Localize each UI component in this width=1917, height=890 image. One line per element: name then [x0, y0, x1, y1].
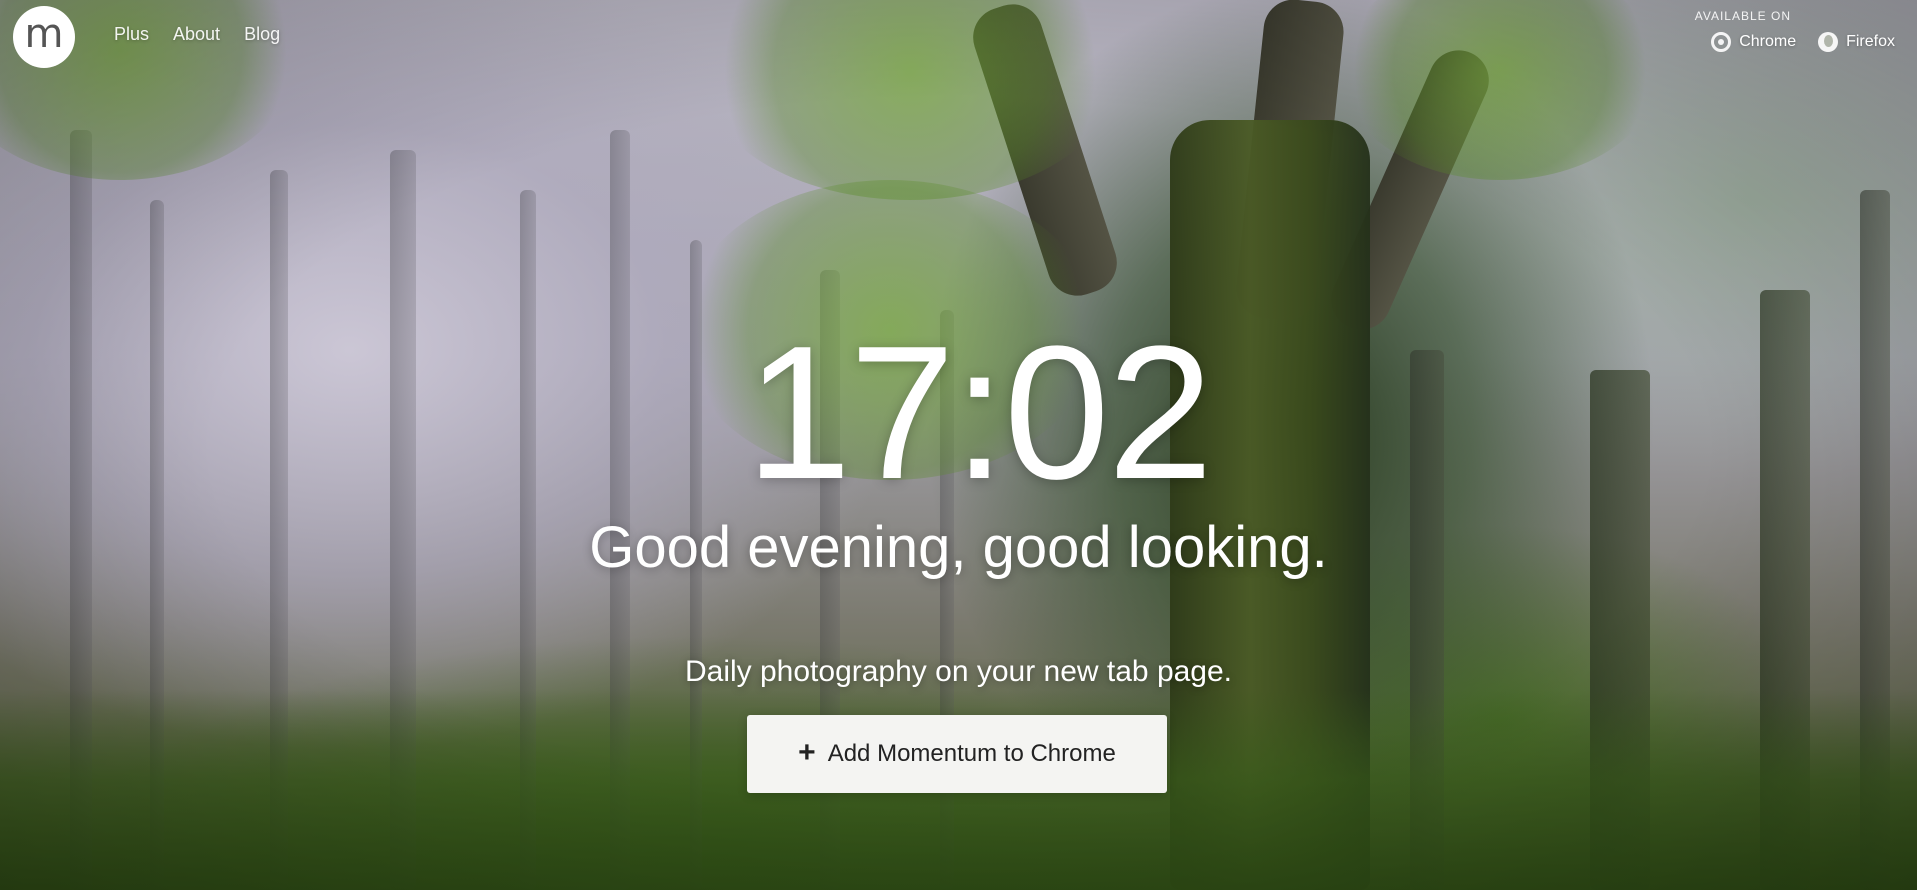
add-momentum-button[interactable]: + Add Momentum to Chrome — [747, 715, 1167, 793]
top-nav: Plus About Blog — [114, 24, 280, 45]
nav-link-plus[interactable]: Plus — [114, 24, 149, 45]
add-momentum-label: Add Momentum to Chrome — [827, 740, 1116, 767]
firefox-label: Firefox — [1846, 33, 1895, 50]
logo-letter: m — [24, 11, 64, 57]
chrome-link[interactable]: Chrome — [1711, 32, 1796, 52]
page-background: m Plus About Blog AVAILABLE ON Chrome Fi… — [0, 0, 1917, 890]
hero: 17:02 Good evening, good looking. — [0, 318, 1917, 580]
firefox-link[interactable]: Firefox — [1818, 32, 1895, 52]
chrome-label: Chrome — [1739, 33, 1797, 50]
foliage — [1340, 0, 1660, 180]
plus-icon: + — [798, 735, 816, 769]
momentum-logo[interactable]: m — [13, 6, 75, 68]
nav-link-blog[interactable]: Blog — [244, 24, 280, 45]
browser-links: Chrome Firefox — [1711, 32, 1895, 52]
tagline-text: Daily photography on your new tab page. — [684, 655, 1233, 688]
clock-time: 17:02 — [745, 307, 1213, 519]
available-on-heading: AVAILABLE ON — [1694, 9, 1791, 23]
chrome-icon — [1711, 32, 1732, 52]
firefox-icon — [1818, 32, 1839, 52]
greeting-text: Good evening, good looking. — [589, 515, 1328, 580]
nav-link-about[interactable]: About — [173, 24, 220, 45]
